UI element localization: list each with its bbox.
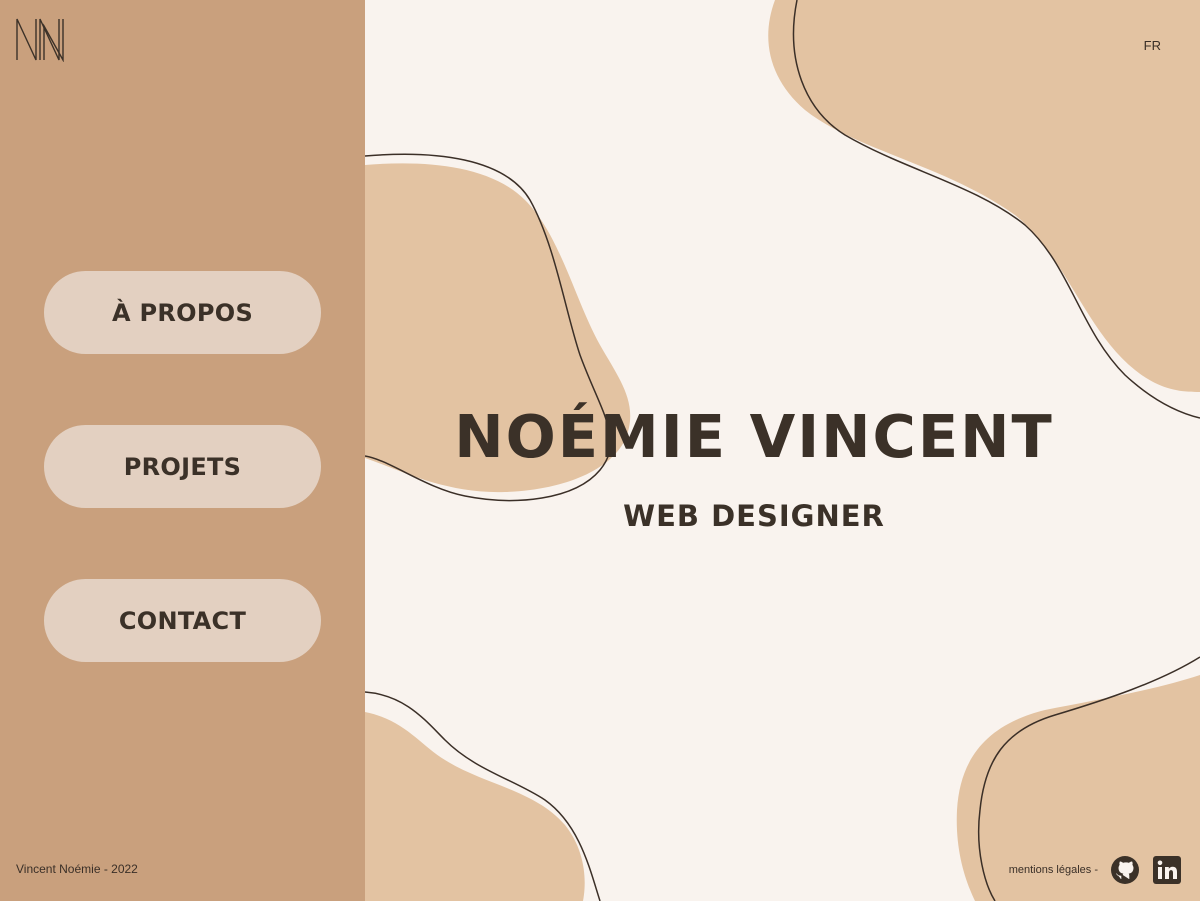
linkedin-icon[interactable] xyxy=(1152,855,1182,885)
hero-name: NOÉMIE VINCENT xyxy=(454,402,1054,471)
hero-section: FR NOÉMIE VINCENT WEB DESIGNER mentions … xyxy=(365,0,1200,901)
legal-notice-link[interactable]: mentions légales - xyxy=(1009,864,1098,876)
footer-links: mentions légales - xyxy=(1009,855,1182,885)
language-switcher[interactable]: FR xyxy=(1144,38,1161,53)
nn-monogram-icon[interactable] xyxy=(14,16,66,62)
hero-role: WEB DESIGNER xyxy=(623,499,885,533)
github-icon[interactable] xyxy=(1110,855,1140,885)
nav-contact-button[interactable]: CONTACT xyxy=(44,579,321,662)
nav-projects-button[interactable]: PROJETS xyxy=(44,425,321,508)
nav-about-button[interactable]: À PROPOS xyxy=(44,271,321,354)
sidebar: À PROPOS PROJETS CONTACT Vincent Noémie … xyxy=(0,0,365,901)
copyright-text: Vincent Noémie - 2022 xyxy=(16,862,138,876)
